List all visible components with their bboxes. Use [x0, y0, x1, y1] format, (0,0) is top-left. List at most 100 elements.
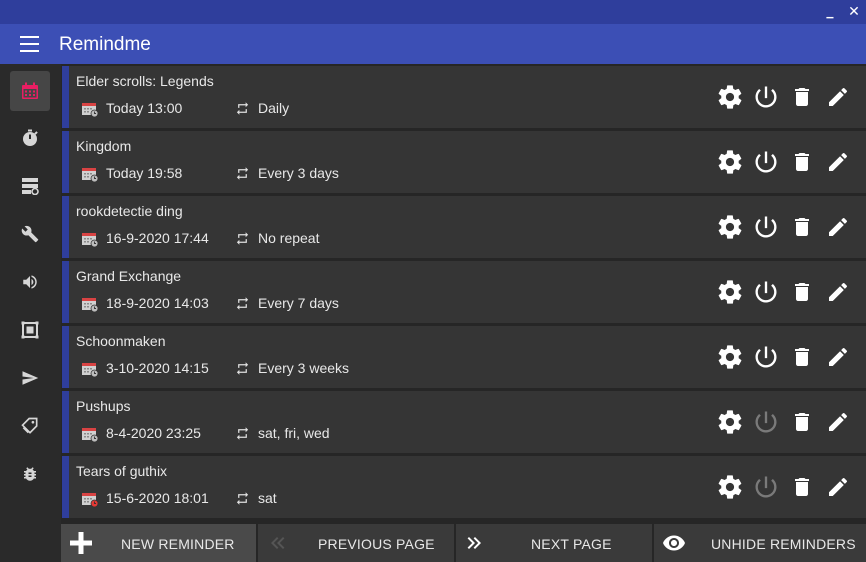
sidebar-item-sound[interactable]	[10, 262, 50, 302]
power-icon	[755, 346, 777, 368]
reminder-repeat: Daily	[258, 100, 290, 116]
reminder-repeat: No repeat	[258, 230, 320, 246]
sidebar-item-debug[interactable]	[10, 454, 50, 494]
eye-icon	[663, 535, 685, 551]
delete-button[interactable]	[788, 473, 816, 501]
gear-icon	[718, 475, 742, 499]
reminder-repeat: sat, fri, wed	[258, 425, 330, 441]
gear-icon	[718, 150, 742, 174]
reminder-name: Grand Exchange	[76, 268, 182, 284]
menu-icon[interactable]	[20, 36, 39, 52]
edit-button[interactable]	[824, 343, 852, 371]
pencil-icon	[829, 87, 848, 106]
calendar-clock-icon	[82, 428, 99, 443]
power-icon	[755, 151, 777, 173]
reminder-date: 8-4-2020 23:25	[106, 425, 201, 441]
sidebar-item-send[interactable]	[10, 358, 50, 398]
reminder-date: 15-6-2020 18:01	[106, 490, 209, 506]
settings-button[interactable]	[716, 473, 744, 501]
pencil-icon	[829, 152, 848, 171]
reminder-name: rookdetectie ding	[76, 203, 183, 219]
toggle-enabled-button[interactable]	[752, 408, 780, 436]
minimize-button[interactable]: ▁	[820, 2, 840, 22]
settings-button[interactable]	[716, 148, 744, 176]
toggle-enabled-button[interactable]	[752, 278, 780, 306]
edit-button[interactable]	[824, 213, 852, 241]
toggle-enabled-button[interactable]	[752, 83, 780, 111]
close-button[interactable]: ✕	[844, 2, 864, 22]
sidebar-item-tools[interactable]	[10, 214, 50, 254]
edit-button[interactable]	[824, 408, 852, 436]
toggle-enabled-button[interactable]	[752, 473, 780, 501]
next-page-button[interactable]: NEXT PAGE	[456, 524, 652, 562]
toggle-enabled-button[interactable]	[752, 343, 780, 371]
app-title: Remindme	[59, 34, 151, 55]
pencil-icon	[829, 282, 848, 301]
edit-button[interactable]	[824, 278, 852, 306]
repeat-icon	[236, 297, 249, 310]
power-icon	[755, 281, 777, 303]
reminder-date: Today 13:00	[106, 100, 183, 116]
repeat-icon	[236, 492, 249, 505]
sidebar-item-theme[interactable]	[10, 406, 50, 446]
sidebar-item-storage[interactable]	[10, 166, 50, 206]
settings-button[interactable]	[716, 213, 744, 241]
reminder-card[interactable]: Schoonmaken 3-10-2020 14:15 Every 3 weeks	[62, 326, 866, 388]
settings-button[interactable]	[716, 408, 744, 436]
reminder-repeat: Every 7 days	[258, 295, 339, 311]
volume-icon	[23, 275, 37, 289]
bug-icon	[24, 467, 36, 481]
storage-icon	[22, 178, 39, 195]
reminder-card[interactable]: Elder scrolls: Legends Today 13:00 Daily	[62, 66, 866, 128]
trash-icon	[795, 348, 809, 366]
reminder-card[interactable]: Grand Exchange 18-9-2020 14:03 Every 7 day…	[62, 261, 866, 323]
send-icon	[22, 371, 39, 385]
reminder-list: Elder scrolls: Legends Today 13:00 Daily Ki…	[61, 64, 866, 524]
reminder-name: Kingdom	[76, 138, 132, 154]
tag-icon	[21, 417, 38, 434]
reminder-card[interactable]: Tears of guthix 15-6-2020 18:01 sat	[62, 456, 866, 518]
edit-button[interactable]	[824, 83, 852, 111]
delete-button[interactable]	[788, 408, 816, 436]
sidebar-item-timers[interactable]	[10, 118, 50, 158]
reminder-repeat: Every 3 days	[258, 165, 339, 181]
app-bar: Remindme	[0, 24, 866, 64]
reminder-card[interactable]: Kingdom Today 19:58 Every 3 days	[62, 131, 866, 193]
reminder-name: Tears of guthix	[76, 463, 168, 479]
repeat-icon	[236, 167, 249, 180]
plus-icon	[70, 532, 92, 554]
previous-page-button[interactable]: PREVIOUS PAGE	[258, 524, 454, 562]
reminder-card[interactable]: rookdetectie ding 16-9-2020 17:44 No repea…	[62, 196, 866, 258]
delete-button[interactable]	[788, 343, 816, 371]
unhide-reminders-button[interactable]: UNHIDE REMINDERS	[654, 524, 866, 562]
calendar-clock-icon	[82, 103, 99, 118]
toggle-enabled-button[interactable]	[752, 213, 780, 241]
calendar-icon	[22, 82, 38, 99]
gear-icon	[718, 280, 742, 304]
trash-icon	[795, 478, 809, 496]
trash-icon	[795, 88, 809, 106]
reminder-name: Pushups	[76, 398, 131, 414]
close-icon: ✕	[848, 4, 860, 20]
calendar-clock-icon	[82, 168, 99, 183]
gear-icon	[718, 345, 742, 369]
toggle-enabled-button[interactable]	[752, 148, 780, 176]
delete-button[interactable]	[788, 83, 816, 111]
settings-button[interactable]	[716, 83, 744, 111]
new-reminder-button[interactable]: NEW REMINDER	[61, 524, 256, 562]
delete-button[interactable]	[788, 148, 816, 176]
edit-button[interactable]	[824, 473, 852, 501]
minimize-icon: ▁	[826, 9, 834, 19]
pencil-icon	[829, 477, 848, 496]
settings-button[interactable]	[716, 343, 744, 371]
sidebar-item-reminders[interactable]	[10, 71, 50, 111]
sidebar-item-overlay[interactable]	[10, 310, 50, 350]
delete-button[interactable]	[788, 213, 816, 241]
settings-button[interactable]	[716, 278, 744, 306]
reminder-card[interactable]: Pushups 8-4-2020 23:25 sat, fri, wed	[62, 391, 866, 453]
previous-page-label: PREVIOUS PAGE	[318, 536, 435, 552]
edit-button[interactable]	[824, 148, 852, 176]
gear-icon	[718, 85, 742, 109]
delete-button[interactable]	[788, 278, 816, 306]
pencil-icon	[829, 347, 848, 366]
